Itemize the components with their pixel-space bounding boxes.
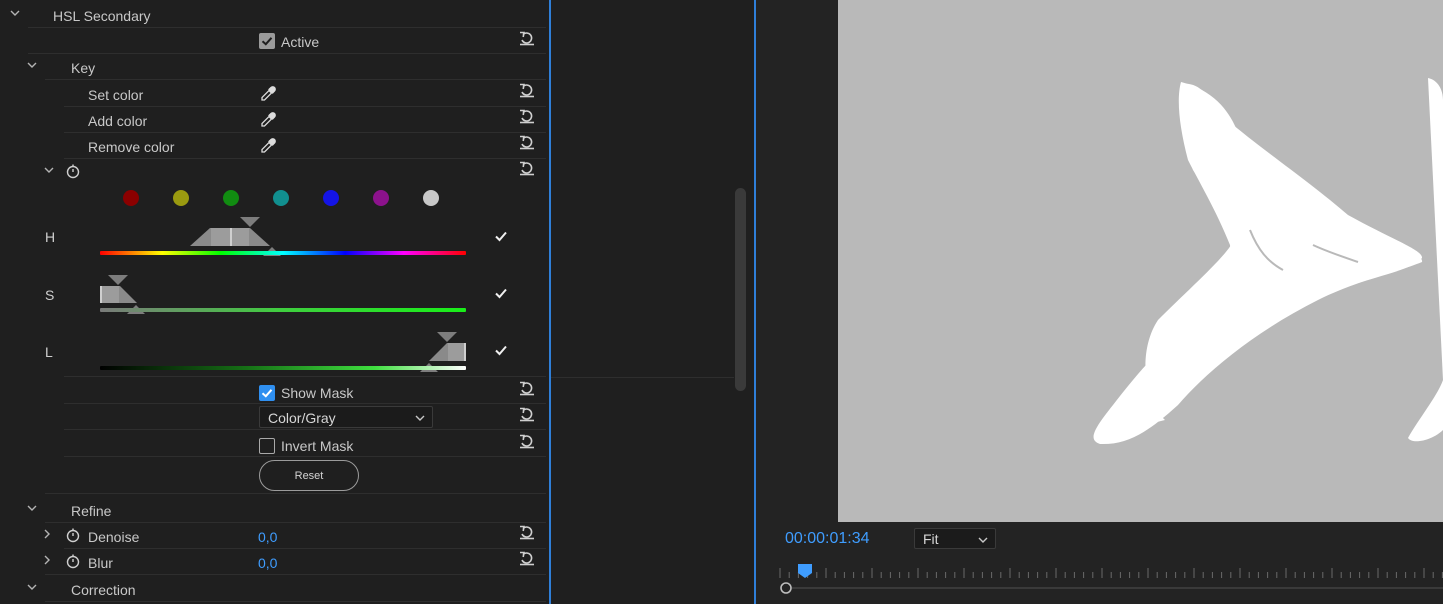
chevron-right-icon[interactable] xyxy=(40,527,54,541)
saturation-label: S xyxy=(45,287,55,303)
saturation-enable-checkmark-icon[interactable] xyxy=(494,286,508,300)
divider xyxy=(45,574,546,575)
show-mask-label: Show Mask xyxy=(281,385,354,401)
set-color-label: Set color xyxy=(88,87,144,103)
active-checkbox[interactable] xyxy=(259,33,275,49)
invert-mask-checkbox[interactable] xyxy=(259,438,275,454)
invert-mask-row: Invert Mask xyxy=(0,431,546,457)
denoise-label: Denoise xyxy=(88,529,140,545)
video-preview-mask[interactable] xyxy=(838,0,1443,522)
playhead-handle[interactable] xyxy=(798,564,812,578)
show-mask-row: Show Mask xyxy=(0,378,546,404)
reset-icon[interactable] xyxy=(518,380,536,396)
effect-controls-timeline-area xyxy=(551,0,754,604)
hsl-range-bottom-divider-row xyxy=(0,351,546,377)
mask-shape-left-body xyxy=(1093,82,1423,445)
color-swatch[interactable] xyxy=(223,190,239,206)
remove-color-row: Remove color xyxy=(0,133,546,159)
chevron-down-icon[interactable] xyxy=(42,163,56,177)
time-ruler[interactable] xyxy=(776,562,1443,604)
hue-range-core[interactable] xyxy=(211,228,249,246)
chevron-down-icon[interactable] xyxy=(25,58,39,72)
color-swatch[interactable] xyxy=(173,190,189,206)
divider xyxy=(45,601,546,602)
reset-icon[interactable] xyxy=(518,82,536,98)
zoom-scroll-handle[interactable] xyxy=(780,582,792,594)
time-ruler-ticks xyxy=(779,568,1443,578)
divider xyxy=(64,456,546,457)
chevron-down-icon[interactable] xyxy=(25,501,39,515)
divider xyxy=(64,429,546,430)
divider xyxy=(551,377,734,378)
reset-icon[interactable] xyxy=(518,30,536,46)
saturation-gradient-track[interactable] xyxy=(100,308,466,312)
denoise-row: Denoise 0,0 xyxy=(0,523,546,549)
active-label: Active xyxy=(281,34,320,50)
stopwatch-icon[interactable] xyxy=(65,163,81,179)
hsl-range-header-row[interactable] xyxy=(0,159,546,185)
zoom-level-value: Fit xyxy=(923,531,939,547)
hue-enable-checkmark-icon[interactable] xyxy=(494,229,508,243)
stopwatch-icon[interactable] xyxy=(65,553,81,569)
color-swatch[interactable] xyxy=(323,190,339,206)
luminance-top-handle[interactable] xyxy=(437,332,457,342)
saturation-range-core[interactable] xyxy=(100,286,119,303)
blur-value[interactable]: 0,0 xyxy=(258,555,277,571)
set-color-row: Set color xyxy=(0,81,546,107)
divider xyxy=(45,79,546,80)
add-color-row: Add color xyxy=(0,107,546,133)
mask-preview-image xyxy=(1093,78,1443,445)
playhead-timecode[interactable]: 00:00:01:34 xyxy=(785,530,870,548)
reset-icon[interactable] xyxy=(518,406,536,422)
show-mask-checkbox[interactable] xyxy=(259,385,275,401)
zoom-level-dropdown[interactable]: Fit xyxy=(914,528,996,549)
reset-icon[interactable] xyxy=(518,433,536,449)
eyedropper-icon[interactable] xyxy=(259,85,277,103)
refine-header-row[interactable]: Refine xyxy=(0,497,546,523)
section-title-hsl-secondary: HSL Secondary xyxy=(53,8,151,24)
hsl-secondary-header-row[interactable]: HSL Secondary xyxy=(0,2,546,28)
hue-label: H xyxy=(45,229,56,245)
eyedropper-minus-icon[interactable] xyxy=(259,137,277,155)
color-swatch[interactable] xyxy=(373,190,389,206)
chevron-right-icon[interactable] xyxy=(40,553,54,567)
color-swatch[interactable] xyxy=(423,190,439,206)
color-swatch[interactable] xyxy=(273,190,289,206)
chevron-down-icon xyxy=(977,533,989,545)
chevron-down-icon[interactable] xyxy=(25,580,39,594)
reset-icon[interactable] xyxy=(518,550,536,566)
section-title-refine: Refine xyxy=(71,503,112,519)
denoise-value[interactable]: 0,0 xyxy=(258,529,277,545)
remove-color-label: Remove color xyxy=(88,139,175,155)
section-title-correction: Correction xyxy=(71,582,136,598)
reset-icon[interactable] xyxy=(518,524,536,540)
reset-row xyxy=(0,468,546,494)
divider xyxy=(64,376,546,377)
eyedropper-plus-icon[interactable] xyxy=(259,111,277,129)
vertical-scrollbar[interactable] xyxy=(735,188,746,391)
color-swatch[interactable] xyxy=(123,190,139,206)
invert-mask-label: Invert Mask xyxy=(281,438,354,454)
add-color-label: Add color xyxy=(88,113,148,129)
chevron-down-icon[interactable] xyxy=(8,6,22,20)
key-header-row[interactable]: Key xyxy=(0,54,546,80)
correction-header-row[interactable]: Correction xyxy=(0,576,546,602)
stopwatch-icon[interactable] xyxy=(65,527,81,543)
reset-icon[interactable] xyxy=(518,134,536,150)
effect-controls-panel: HSL Secondary Active Key Set color Add c… xyxy=(0,0,549,604)
blur-row: Blur 0,0 xyxy=(0,549,546,575)
mask-mode-row xyxy=(0,404,546,430)
hue-gradient-track[interactable] xyxy=(100,251,466,255)
reset-icon[interactable] xyxy=(518,160,536,176)
section-title-key: Key xyxy=(71,60,96,76)
active-row: Active xyxy=(0,28,546,54)
saturation-top-handle[interactable] xyxy=(108,275,128,285)
reset-icon[interactable] xyxy=(518,108,536,124)
divider xyxy=(45,493,546,494)
blur-label: Blur xyxy=(88,555,113,571)
hue-top-handle[interactable] xyxy=(240,217,260,227)
